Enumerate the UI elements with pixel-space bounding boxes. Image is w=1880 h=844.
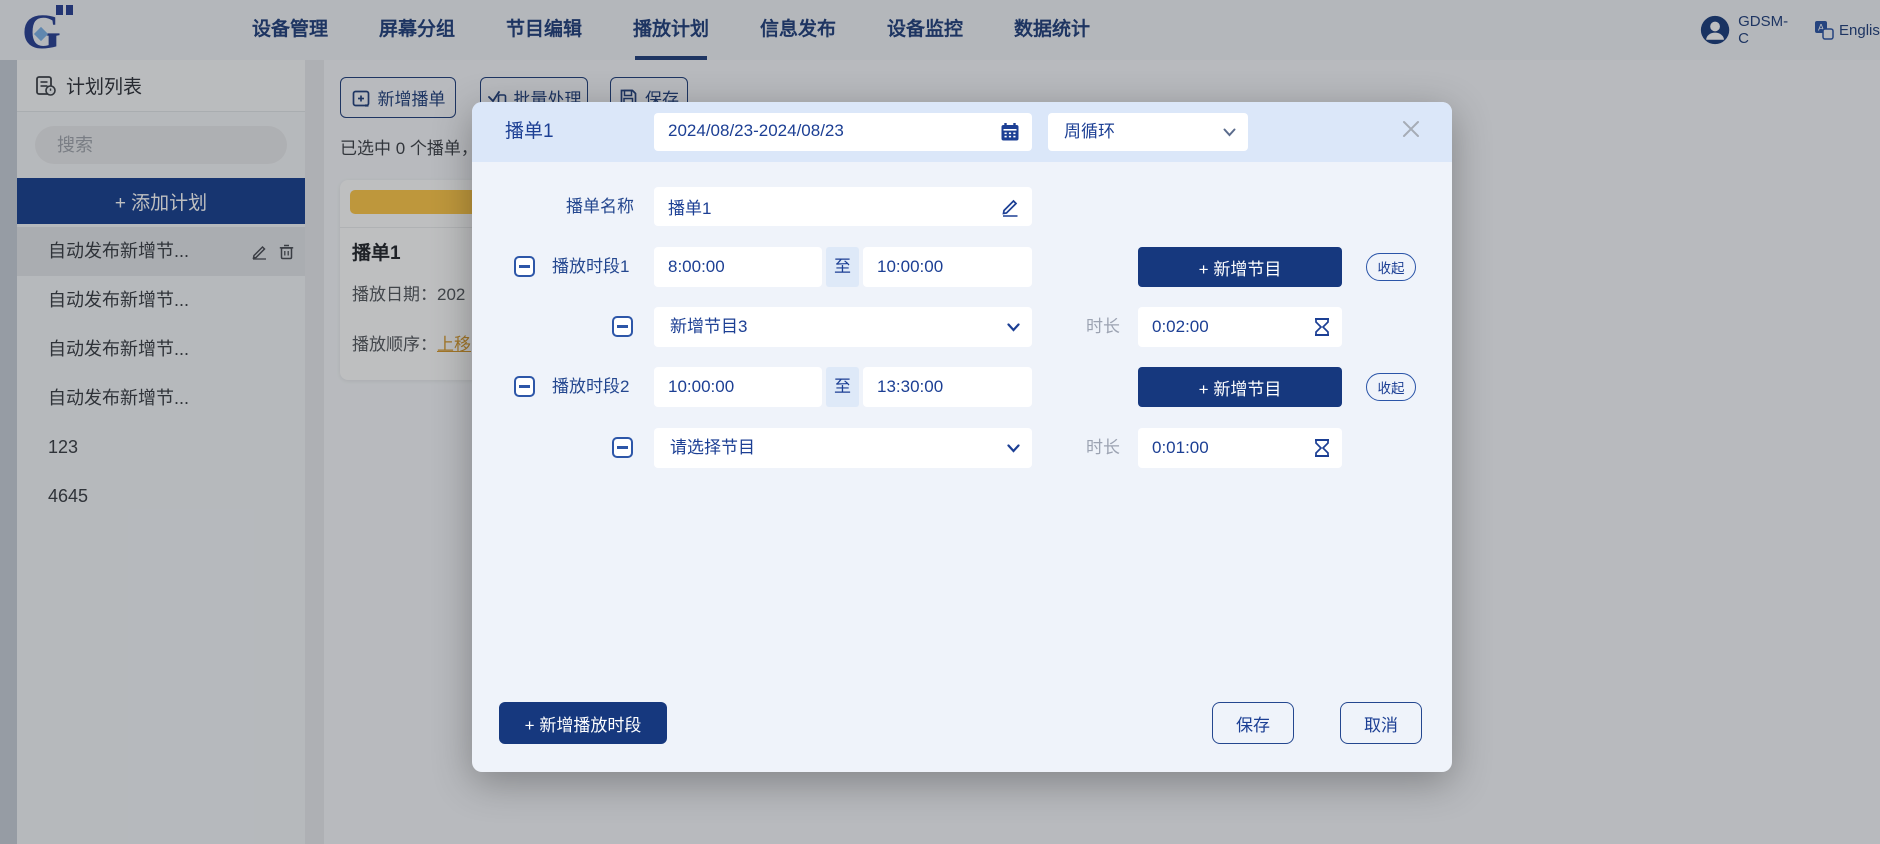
- remove-program-2-button[interactable]: [612, 437, 633, 458]
- chevron-down-icon: [1223, 128, 1236, 137]
- date-range-input[interactable]: [668, 113, 998, 149]
- close-icon[interactable]: [1400, 118, 1422, 140]
- duration-1-input[interactable]: [1138, 307, 1342, 347]
- duration-label-1: 时长: [1086, 307, 1120, 347]
- date-range-field: [654, 113, 1032, 151]
- duration-2-field: [1138, 428, 1342, 468]
- add-time-slot-button[interactable]: + 新增播放时段: [499, 702, 667, 744]
- slot-2-end-input[interactable]: [863, 367, 1032, 407]
- hourglass-icon[interactable]: [1314, 317, 1330, 337]
- program-1-select[interactable]: 新增节目3: [654, 307, 1032, 347]
- slot-1-end-field: [863, 247, 1032, 287]
- slot-2-to-label: 至: [826, 367, 859, 407]
- remove-slot-2-button[interactable]: [514, 376, 535, 397]
- slot-1-start-field: [654, 247, 822, 287]
- slot-1-start-input[interactable]: [654, 247, 822, 287]
- calendar-icon[interactable]: [1000, 122, 1020, 142]
- slot-1-end-input[interactable]: [863, 247, 1032, 287]
- duration-1-field: [1138, 307, 1342, 347]
- collapse-slot-1-button[interactable]: 收起: [1366, 253, 1416, 281]
- collapse-slot-2-button[interactable]: 收起: [1366, 373, 1416, 401]
- remove-program-1-button[interactable]: [612, 316, 633, 337]
- playlist-name-label: 播单名称: [564, 187, 634, 226]
- pencil-icon[interactable]: [1000, 197, 1020, 217]
- modal-header: 播单1 周循环: [472, 102, 1452, 162]
- remove-slot-1-button[interactable]: [514, 256, 535, 277]
- playlist-name-input[interactable]: [654, 187, 1032, 226]
- hourglass-icon[interactable]: [1314, 438, 1330, 458]
- slot-2-start-field: [654, 367, 822, 407]
- program-2-value: 请选择节目: [670, 428, 755, 468]
- slot-1-to-label: 至: [826, 247, 859, 287]
- repeat-mode-value: 周循环: [1064, 113, 1115, 151]
- chevron-down-icon: [1007, 323, 1020, 332]
- playlist-name-field: [654, 187, 1032, 226]
- modal-save-button[interactable]: 保存: [1212, 702, 1294, 744]
- slot-2-end-field: [863, 367, 1032, 407]
- repeat-mode-select[interactable]: 周循环: [1048, 113, 1248, 151]
- edit-playlist-modal: 播单1 周循环 播单名称: [472, 102, 1452, 772]
- chevron-down-icon: [1007, 444, 1020, 453]
- program-2-select[interactable]: 请选择节目: [654, 428, 1032, 468]
- slot-1-label: 播放时段1: [552, 247, 629, 287]
- duration-2-input[interactable]: [1138, 428, 1342, 468]
- modal-title: 播单1: [505, 102, 554, 162]
- slot-2-start-input[interactable]: [654, 367, 822, 407]
- duration-label-2: 时长: [1086, 428, 1120, 468]
- add-program-slot-1-button[interactable]: + 新增节目: [1138, 247, 1342, 287]
- program-1-value: 新增节目3: [670, 307, 747, 347]
- add-program-slot-2-button[interactable]: + 新增节目: [1138, 367, 1342, 407]
- slot-2-label: 播放时段2: [552, 367, 629, 407]
- modal-cancel-button[interactable]: 取消: [1340, 702, 1422, 744]
